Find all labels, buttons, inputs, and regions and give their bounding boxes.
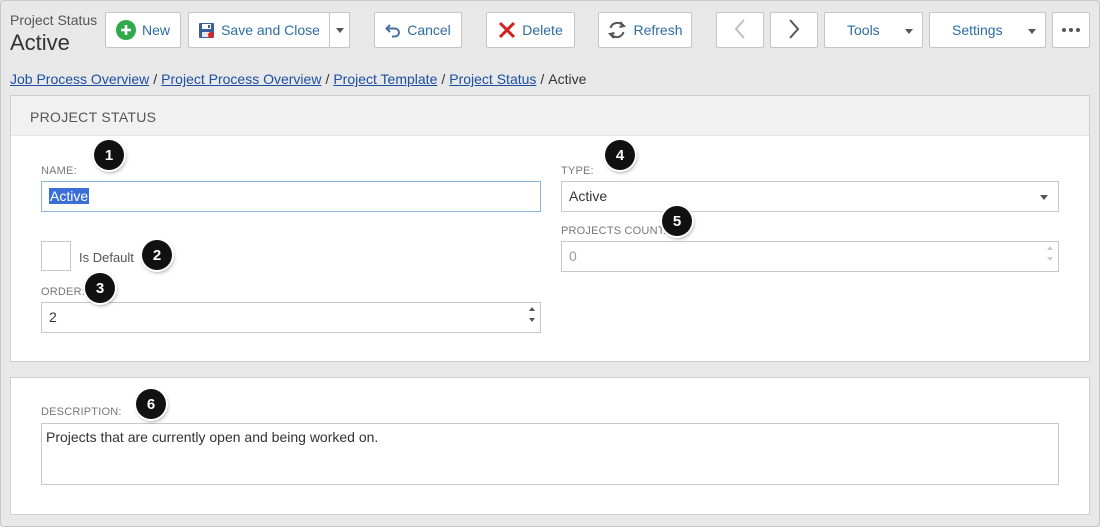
order-spinner[interactable] — [529, 307, 535, 322]
plus-circle-icon — [115, 20, 136, 40]
chevron-down-icon — [1028, 29, 1036, 34]
previous-record-button[interactable] — [716, 12, 764, 48]
breadcrumb-link-job-process-overview[interactable]: Job Process Overview — [10, 71, 149, 87]
annotation-marker-4: 4 — [605, 140, 635, 170]
type-select[interactable]: Active — [561, 181, 1059, 212]
name-field-value: Active — [49, 188, 90, 204]
refresh-button-label: Refresh — [633, 22, 683, 38]
refresh-icon — [607, 20, 627, 40]
tools-menu-label: Tools — [847, 22, 880, 38]
breadcrumb: Job Process Overview / Project Process Ove… — [10, 71, 587, 87]
save-and-close-label: Save and Close — [221, 22, 320, 38]
settings-menu-label: Settings — [952, 22, 1003, 38]
chevron-down-icon — [905, 29, 913, 34]
breadcrumb-link-project-status[interactable]: Project Status — [449, 71, 536, 87]
spin-down-icon[interactable] — [529, 318, 535, 322]
projects-count-label: PROJECTS COUNT: — [561, 225, 667, 237]
section-title: PROJECT STATUS — [11, 96, 1089, 136]
projects-count-field: 0 — [561, 241, 1059, 272]
more-options-button[interactable] — [1052, 12, 1090, 48]
tools-menu-button[interactable]: Tools — [824, 12, 923, 48]
spin-up-icon — [1047, 246, 1053, 250]
close-x-icon — [498, 21, 516, 39]
next-record-button[interactable] — [770, 12, 818, 48]
projects-count-value: 0 — [569, 248, 577, 264]
projects-count-spinner — [1047, 246, 1053, 261]
breadcrumb-link-project-template[interactable]: Project Template — [333, 71, 437, 87]
order-label: ORDER: — [41, 286, 85, 298]
description-label: DESCRIPTION: — [41, 406, 122, 418]
description-textarea[interactable]: Projects that are currently open and bei… — [41, 423, 1059, 485]
new-button-label: New — [141, 22, 170, 38]
save-and-close-button[interactable]: Save and Close — [188, 12, 330, 48]
breadcrumb-current: Active — [548, 71, 587, 87]
type-select-value: Active — [569, 188, 608, 204]
annotation-marker-6: 6 — [136, 389, 166, 419]
chevron-right-icon — [787, 18, 801, 43]
annotation-marker-3: 3 — [85, 273, 115, 303]
chevron-left-icon — [733, 18, 747, 43]
order-stepper[interactable]: 2 — [41, 302, 541, 333]
delete-button-label: Delete — [522, 22, 563, 38]
spin-up-icon[interactable] — [529, 307, 535, 311]
record-name-title: Active — [10, 30, 70, 55]
annotation-marker-5: 5 — [662, 206, 692, 236]
order-value: 2 — [49, 309, 57, 325]
is-default-label: Is Default — [79, 250, 134, 265]
save-options-dropdown[interactable] — [330, 12, 350, 48]
annotation-marker-2: 2 — [142, 240, 172, 270]
cancel-button-label: Cancel — [407, 22, 451, 38]
undo-icon — [385, 22, 401, 38]
chevron-down-icon — [1040, 195, 1048, 200]
save-icon — [198, 22, 215, 39]
spin-down-icon — [1047, 257, 1053, 261]
name-field[interactable]: Active — [41, 181, 541, 212]
cancel-button[interactable]: Cancel — [374, 12, 462, 48]
annotation-marker-1: 1 — [94, 140, 124, 170]
is-default-checkbox[interactable] — [41, 241, 71, 271]
chevron-down-icon — [335, 27, 344, 33]
description-panel: DESCRIPTION: Projects that are currently… — [10, 377, 1090, 515]
type-label: TYPE: — [561, 165, 594, 177]
new-button[interactable]: New — [105, 12, 181, 48]
settings-menu-button[interactable]: Settings — [929, 12, 1046, 48]
name-label: NAME: — [41, 165, 77, 177]
more-dots-icon — [1062, 28, 1080, 32]
breadcrumb-link-project-process-overview[interactable]: Project Process Overview — [161, 71, 321, 87]
refresh-button[interactable]: Refresh — [598, 12, 692, 48]
record-type-label: Project Status — [10, 12, 98, 28]
project-status-panel: PROJECT STATUS NAME: Active Is Default O… — [10, 95, 1090, 362]
delete-button[interactable]: Delete — [486, 12, 575, 48]
